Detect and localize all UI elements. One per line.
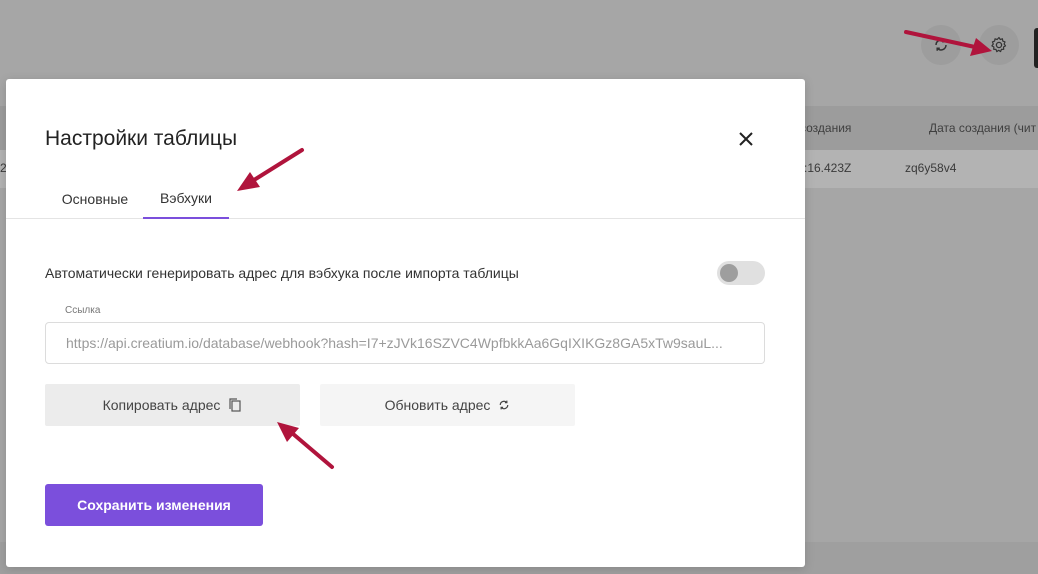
refresh-icon [500, 400, 509, 410]
table-settings-modal: Настройки таблицы Основные Вэбхуки Автом… [6, 79, 805, 567]
toggle-knob [720, 264, 738, 282]
close-icon [739, 132, 753, 146]
refresh-address-label: Обновить адрес [384, 397, 491, 413]
tab-main[interactable]: Основные [50, 179, 140, 219]
copy-address-label: Копировать адрес [102, 397, 221, 413]
refresh-icon [935, 39, 947, 51]
table-settings-button[interactable] [979, 25, 1019, 65]
background-column-header: создания [800, 121, 852, 135]
webhook-link-field[interactable] [45, 322, 765, 364]
tab-webhooks[interactable]: Вэбхуки [143, 179, 229, 219]
background-dark-button-edge [1034, 28, 1038, 68]
save-changes-button[interactable]: Сохранить изменения [45, 484, 263, 526]
settings-tabs: Основные Вэбхуки [6, 179, 805, 219]
gear-icon [991, 36, 1007, 53]
link-field-label: Ссылка [65, 305, 101, 316]
auto-generate-toggle[interactable] [717, 261, 765, 285]
close-button[interactable] [733, 126, 759, 152]
copy-address-button[interactable]: Копировать адрес [45, 384, 300, 426]
auto-generate-label: Автоматически генерировать адрес для вэб… [45, 265, 519, 281]
background-column-header: Дата создания (чит [929, 121, 1037, 135]
copy-icon [229, 398, 241, 412]
refresh-table-button[interactable] [921, 25, 961, 65]
background-cell: zq6y58v4 [905, 161, 957, 175]
background-cell: ):16.423Z [800, 161, 852, 175]
refresh-address-button[interactable]: Обновить адрес [320, 384, 575, 426]
modal-title: Настройки таблицы [45, 127, 238, 150]
